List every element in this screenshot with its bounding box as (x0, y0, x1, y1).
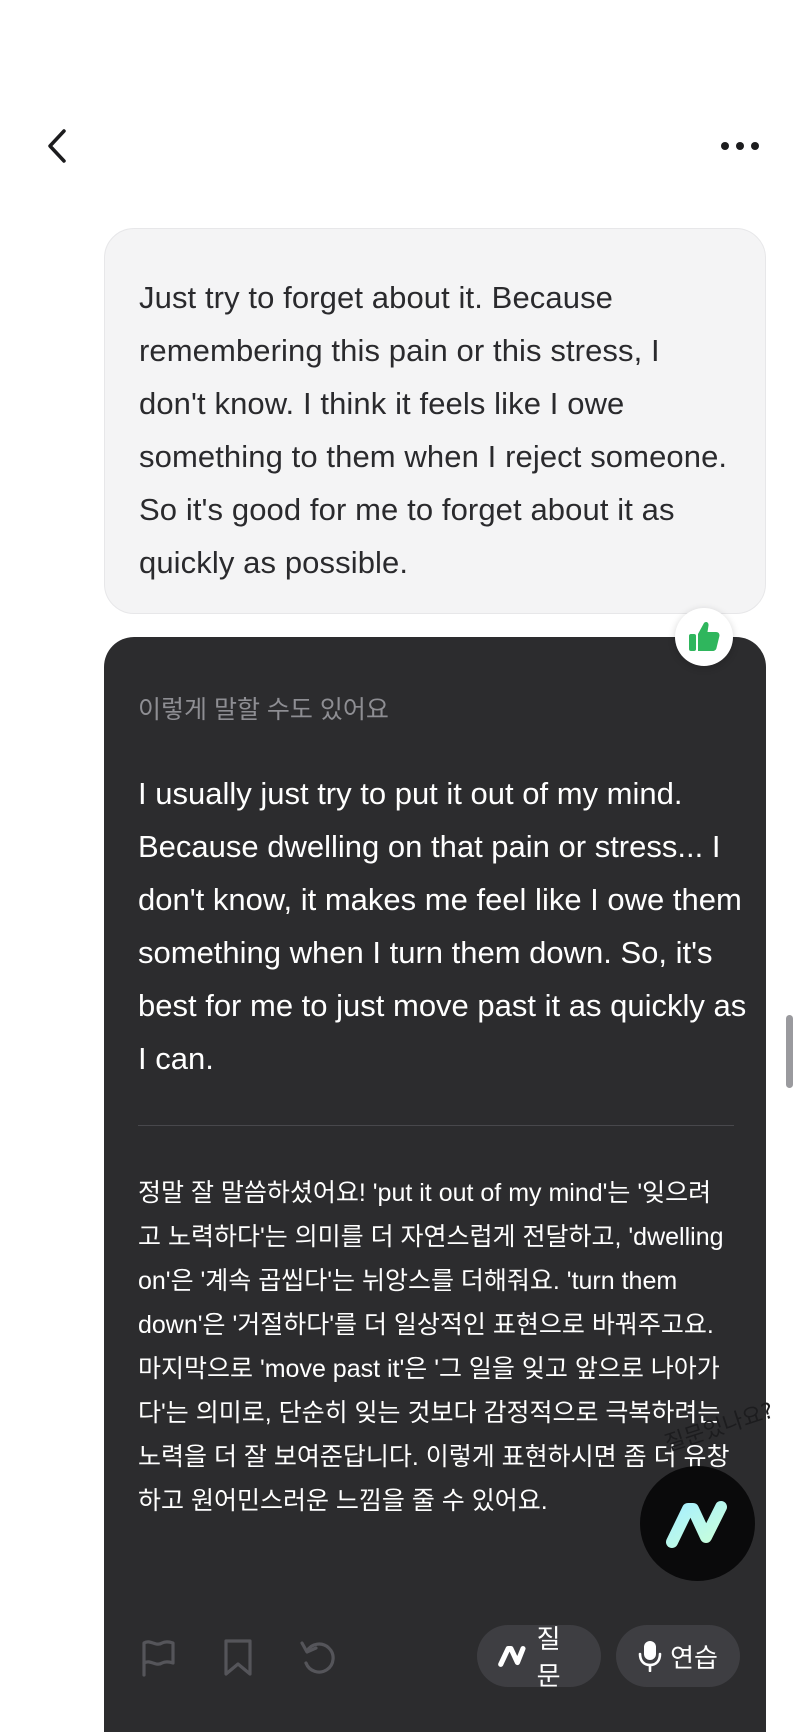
question-button[interactable]: 질문 (477, 1624, 601, 1691)
scrollbar-thumb[interactable] (786, 1015, 793, 1088)
suggested-sentence: I usually just try to put it out of my m… (138, 776, 747, 1076)
user-message-text: Just try to forget about it. Because rem… (139, 280, 728, 580)
divider (138, 1125, 734, 1126)
question-button-label: 질문 (536, 1624, 561, 1691)
ask-question-fab[interactable] (640, 1466, 755, 1581)
brand-logo-icon (665, 1500, 727, 1548)
flag-button[interactable] (134, 1633, 182, 1681)
chat-screen: Just try to forget about it. Because rem… (0, 0, 800, 1732)
chevron-left-icon (48, 129, 66, 163)
practice-button-label: 연습 (670, 1642, 718, 1673)
retry-button[interactable] (294, 1633, 342, 1681)
more-options-button[interactable] (710, 122, 770, 170)
mic-icon (638, 1641, 662, 1672)
bookmark-button[interactable] (214, 1633, 262, 1681)
user-message-bubble: Just try to forget about it. Because rem… (104, 228, 766, 614)
back-button[interactable] (34, 122, 82, 170)
flag-icon (142, 1640, 175, 1677)
top-bar (0, 110, 800, 180)
bookmark-icon (224, 1639, 252, 1676)
more-horizontal-icon (721, 142, 759, 150)
retry-icon (300, 1641, 335, 1674)
brand-logo-icon (498, 1646, 526, 1667)
thumbs-up-icon (689, 621, 720, 651)
like-button[interactable] (675, 608, 733, 666)
suggestion-caption: 이렇게 말할 수도 있어요 (138, 696, 389, 724)
card-actions: 질문 연습 (134, 1624, 740, 1691)
feedback-explanation: 정말 잘 말씀하셨어요! 'put it out of my mind'는 '잊… (138, 1179, 730, 1515)
practice-button[interactable]: 연습 (616, 1625, 740, 1687)
